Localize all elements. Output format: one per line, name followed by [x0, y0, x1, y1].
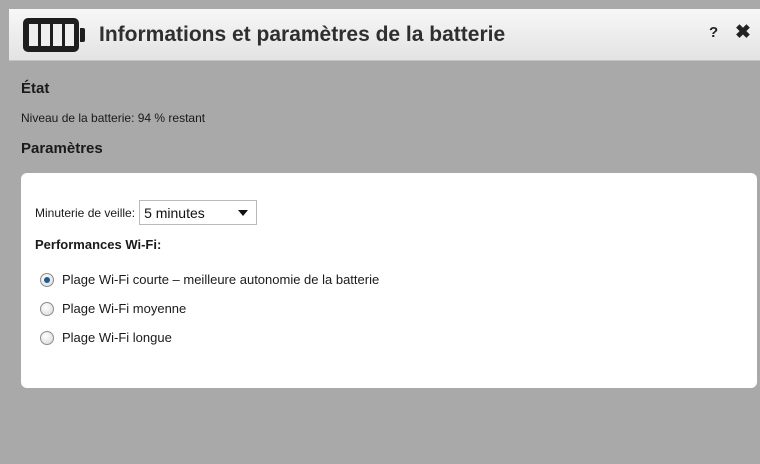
sleep-timer-value: 5 minutes [144, 204, 205, 221]
chevron-down-icon [238, 210, 249, 216]
battery-full-icon [23, 17, 85, 52]
radio-button[interactable] [40, 330, 54, 345]
sleep-timer-label: Minuterie de veille: [35, 205, 136, 220]
wifi-option-medium[interactable]: Plage Wi-Fi moyenne [40, 301, 186, 316]
wifi-option-label: Plage Wi-Fi longue [62, 330, 172, 345]
wifi-option-short[interactable]: Plage Wi-Fi courte – meilleure autonomie… [40, 272, 379, 287]
wifi-option-label: Plage Wi-Fi moyenne [62, 301, 187, 316]
sleep-timer-select[interactable]: 5 minutes [139, 200, 258, 225]
close-button[interactable]: ✖ [735, 21, 751, 44]
radio-button[interactable] [40, 301, 54, 316]
settings-panel: Minuterie de veille: 5 minutes Performan… [21, 173, 757, 388]
dialog-title-bar: Informations et paramètres de la batteri… [9, 9, 760, 61]
wifi-performance-heading: Performances Wi-Fi: [35, 237, 162, 252]
dialog-title: Informations et paramètres de la batteri… [99, 22, 506, 46]
help-button[interactable]: ? [709, 24, 718, 41]
battery-level-text: Niveau de la batterie: 94 % restant [21, 111, 206, 125]
radio-button-checked[interactable] [40, 272, 54, 287]
state-heading: État [21, 80, 50, 97]
wifi-option-label: Plage Wi-Fi courte – meilleure autonomie… [62, 272, 380, 287]
wifi-option-long[interactable]: Plage Wi-Fi longue [40, 330, 172, 345]
sleep-timer-row: Minuterie de veille: 5 minutes [35, 200, 258, 225]
settings-heading: Paramètres [21, 140, 103, 157]
